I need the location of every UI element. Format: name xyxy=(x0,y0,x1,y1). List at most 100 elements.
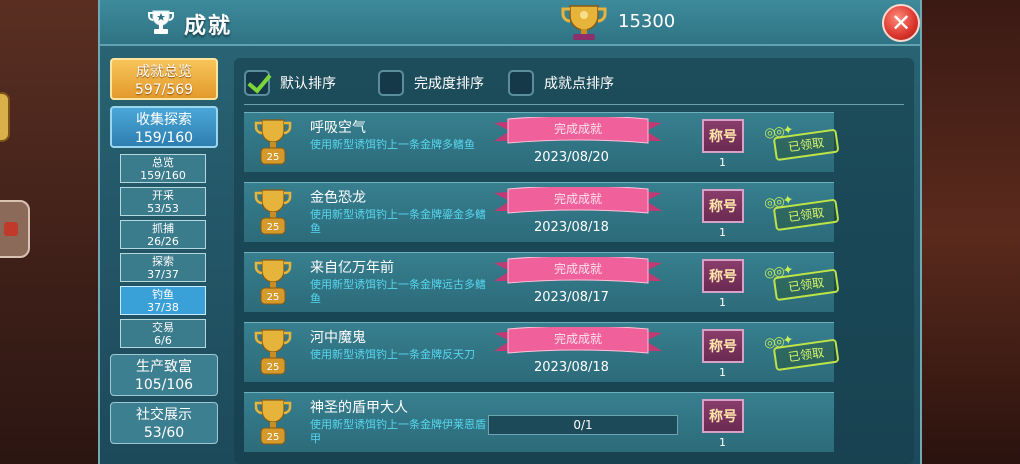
nav-sub-count: 53/53 xyxy=(147,202,179,215)
achievement-title: 来自亿万年前 xyxy=(310,260,394,276)
nav-social-count: 53/60 xyxy=(143,425,185,441)
divider xyxy=(244,104,904,105)
nav-social-label: 社交展示 xyxy=(136,407,192,423)
achievement-title: 呼吸空气 xyxy=(310,120,366,136)
nav-social[interactable]: 社交展示 53/60 xyxy=(110,402,218,444)
title-badge[interactable]: 称号 xyxy=(702,189,744,223)
sort-completion[interactable]: 完成度排序 xyxy=(378,68,484,98)
nav-sub-fishing[interactable]: 钓鱼 37/38 xyxy=(120,286,206,315)
sort-completion-label: 完成度排序 xyxy=(414,76,484,92)
shop-icon xyxy=(4,222,18,236)
title-badge[interactable]: 称号 xyxy=(702,399,744,433)
title-badge[interactable]: 称号 xyxy=(702,329,744,363)
badge-count: 1 xyxy=(719,436,726,449)
achievement-panel: 成就 15300 ✕ 成就总览 597/569 收集探索 159/160 总览 … xyxy=(98,0,922,464)
nav-collect[interactable]: 收集探索 159/160 xyxy=(110,106,218,148)
badge-count: 1 xyxy=(719,366,726,379)
achievement-row[interactable]: 25 来自亿万年前 使用新型诱饵钓上一条金牌远古多鳍鱼 完成成就 2023/08… xyxy=(244,252,840,312)
nav-overview-label: 成就总览 xyxy=(136,64,192,80)
achievement-row[interactable]: 25 神圣的盾甲大人 使用新型诱饵钓上一条金牌伊莱恩盾甲 0/1 称号 1 xyxy=(244,392,834,452)
nav-sub-count: 37/38 xyxy=(147,301,179,314)
completion-date: 2023/08/20 xyxy=(534,150,609,165)
completion-date: 2023/08/18 xyxy=(534,220,609,235)
progress-bar: 0/1 xyxy=(488,415,678,435)
close-button[interactable]: ✕ xyxy=(882,4,920,42)
sort-completion-checkbox[interactable] xyxy=(378,70,404,96)
achievement-row[interactable]: 25 呼吸空气 使用新型诱饵钓上一条金牌多鳍鱼 完成成就 2023/08/20 … xyxy=(244,112,840,172)
title-badge[interactable]: 称号 xyxy=(702,259,744,293)
nav-sub-label: 交易 xyxy=(152,321,174,334)
completion-date: 2023/08/18 xyxy=(534,360,609,375)
sort-default[interactable]: 默认排序 xyxy=(244,68,336,98)
sort-default-checkbox[interactable] xyxy=(244,70,270,96)
trophy-icon: 25 xyxy=(254,119,292,165)
nav-sub-label: 钓鱼 xyxy=(152,288,174,301)
sort-points-checkbox[interactable] xyxy=(508,70,534,96)
trophy-icon: 25 xyxy=(254,399,292,445)
claimed-stamp: ◎◎✦ 已领取 xyxy=(763,326,847,382)
sort-points[interactable]: 成就点排序 xyxy=(508,68,614,98)
nav-produce-label: 生产致富 xyxy=(136,359,192,375)
completion-date: 2023/08/17 xyxy=(534,290,609,305)
nav-sub-label: 探索 xyxy=(152,255,174,268)
nav-produce-count: 105/106 xyxy=(134,377,194,393)
status-label: 完成成就 xyxy=(553,122,602,136)
trophy-points: 25 xyxy=(267,432,280,443)
trophy-icon: 25 xyxy=(254,259,292,305)
panel-header: 成就 15300 ✕ xyxy=(100,0,920,46)
nav-sub-label: 抓捕 xyxy=(152,222,174,235)
achievement-list-panel: 默认排序 完成度排序 成就点排序 25 呼吸空气 使用新型诱饵钓上一条金牌多鳍鱼… xyxy=(234,58,914,464)
progress-text: 0/1 xyxy=(573,418,593,432)
trophy-points: 25 xyxy=(267,222,280,233)
nav-sub-trade[interactable]: 交易 6/6 xyxy=(120,319,206,348)
achievement-title: 河中魔鬼 xyxy=(310,330,366,346)
achievement-desc: 使用新型诱饵钓上一条金牌多鳍鱼 xyxy=(310,138,475,151)
category-nav: 成就总览 597/569 收集探索 159/160 总览 159/160 开采 … xyxy=(110,58,218,450)
nav-sub-label: 总览 xyxy=(152,156,174,169)
nav-sub-list: 总览 159/160 开采 53/53 抓捕 26/26 探索 37/37 钓鱼… xyxy=(120,154,206,348)
nav-sub-mining[interactable]: 开采 53/53 xyxy=(120,187,206,216)
nav-sub-overview[interactable]: 总览 159/160 xyxy=(120,154,206,183)
status-label: 完成成就 xyxy=(553,332,602,346)
nav-sub-explore[interactable]: 探索 37/37 xyxy=(120,253,206,282)
nav-sub-count: 26/26 xyxy=(147,235,179,248)
nav-sub-label: 开采 xyxy=(152,189,174,202)
nav-produce[interactable]: 生产致富 105/106 xyxy=(110,354,218,396)
sort-default-label: 默认排序 xyxy=(280,76,336,92)
trophy-points: 25 xyxy=(267,152,280,163)
score-value: 15300 xyxy=(618,11,676,32)
achievement-title: 神圣的盾甲大人 xyxy=(310,400,408,416)
trophy-points: 25 xyxy=(267,362,280,373)
nav-overview[interactable]: 成就总览 597/569 xyxy=(110,58,218,100)
title-badge[interactable]: 称号 xyxy=(702,119,744,153)
nav-sub-count: 37/37 xyxy=(147,268,179,281)
badge-count: 1 xyxy=(719,156,726,169)
nav-collect-label: 收集探索 xyxy=(136,112,192,128)
badge-count: 1 xyxy=(719,296,726,309)
nav-collect-count: 159/160 xyxy=(134,130,194,146)
badge-count: 1 xyxy=(719,226,726,239)
nav-sub-count: 6/6 xyxy=(154,334,172,347)
side-shop-button[interactable] xyxy=(0,200,30,258)
nav-sub-count: 159/160 xyxy=(140,169,186,182)
trophy-points: 25 xyxy=(267,292,280,303)
side-tab[interactable] xyxy=(0,92,10,142)
achievement-row[interactable]: 25 金色恐龙 使用新型诱饵钓上一条金牌鎏金多鳍鱼 完成成就 2023/08/1… xyxy=(244,182,840,242)
claimed-stamp: ◎◎✦ 已领取 xyxy=(763,186,847,242)
page-title: 成就 xyxy=(184,14,233,39)
status-label: 完成成就 xyxy=(553,262,602,276)
claimed-stamp: ◎◎✦ 已领取 xyxy=(763,256,847,312)
claimed-stamp: ◎◎✦ 已领取 xyxy=(763,116,847,172)
nav-overview-count: 597/569 xyxy=(134,82,194,98)
nav-sub-capture[interactable]: 抓捕 26/26 xyxy=(120,220,206,249)
achievement-desc: 使用新型诱饵钓上一条金牌伊莱恩盾甲 xyxy=(310,418,486,445)
sort-bar: 默认排序 完成度排序 成就点排序 xyxy=(244,68,904,98)
status-label: 完成成就 xyxy=(553,192,602,206)
achievement-row[interactable]: 25 河中魔鬼 使用新型诱饵钓上一条金牌反天刀 完成成就 2023/08/18 … xyxy=(244,322,840,382)
achievement-desc: 使用新型诱饵钓上一条金牌反天刀 xyxy=(310,348,475,361)
trophy-icon: 25 xyxy=(254,189,292,235)
background-right xyxy=(910,0,1020,464)
trophy-icon: 25 xyxy=(254,329,292,375)
achievement-title: 金色恐龙 xyxy=(310,190,366,206)
trophy-icon xyxy=(148,10,174,34)
